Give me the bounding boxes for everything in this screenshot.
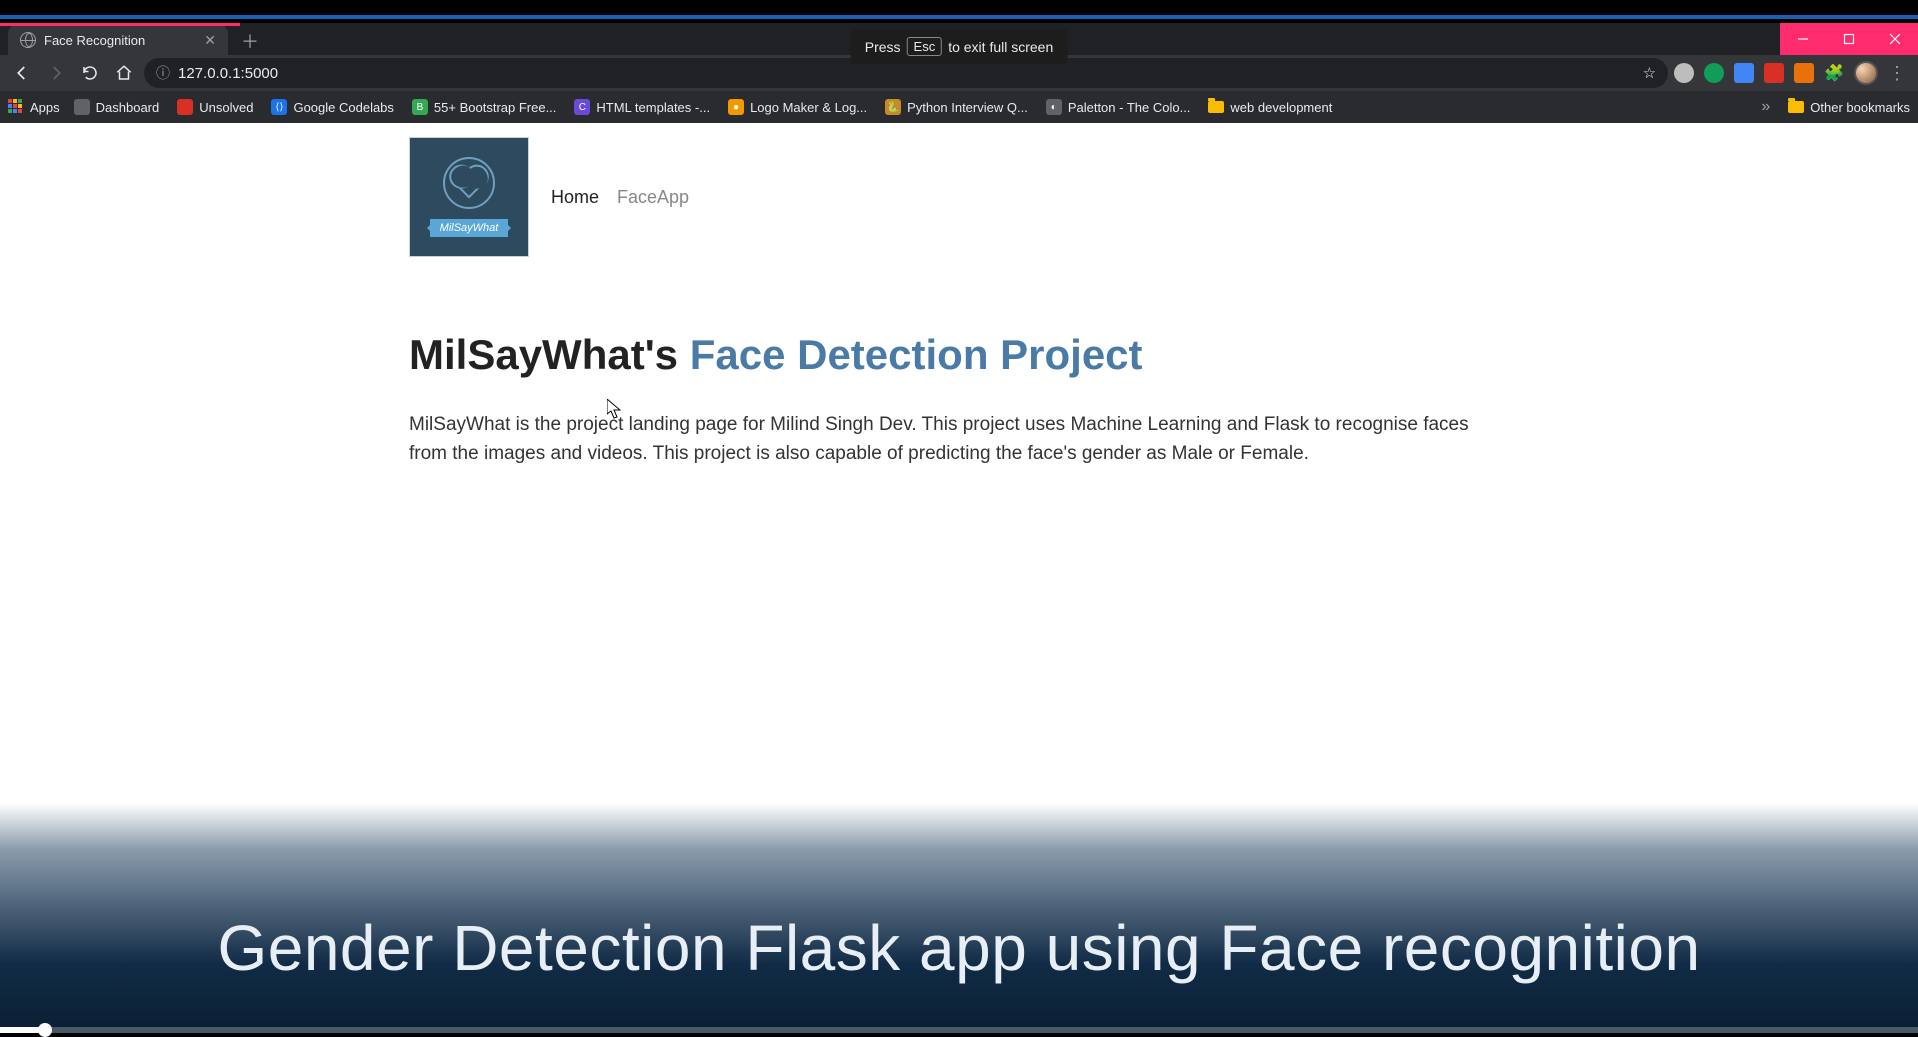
browser-tab[interactable]: Face Recognition ✕ bbox=[8, 25, 228, 55]
page-container: MilSayWhat Home FaceApp MilSayWhat's Fac… bbox=[409, 123, 1509, 468]
video-seek-progress bbox=[0, 1027, 46, 1033]
window-minimize-button[interactable] bbox=[1780, 23, 1826, 55]
bookmark-label: Logo Maker & Log... bbox=[750, 100, 867, 115]
extensions-icon[interactable]: 🧩 bbox=[1824, 63, 1844, 83]
ext-icon-5[interactable] bbox=[1794, 63, 1814, 83]
bookmark-label: 55+ Bootstrap Free... bbox=[434, 100, 556, 115]
nav-home[interactable]: Home bbox=[551, 187, 599, 208]
apps-label: Apps bbox=[30, 100, 60, 115]
site-logo[interactable]: MilSayWhat bbox=[409, 137, 529, 257]
star-icon[interactable]: ☆ bbox=[1643, 64, 1656, 82]
url-text: 127.0.0.1:5000 bbox=[178, 65, 278, 82]
folder-icon bbox=[1788, 101, 1804, 113]
other-bookmarks-label: Other bookmarks bbox=[1810, 100, 1910, 115]
window-close-button[interactable] bbox=[1872, 23, 1918, 55]
bookmark-items: Dashboard Unsolved ⟨⟩ Google Codelabs B 55+ B… bbox=[74, 99, 1333, 115]
toolbar-right: 🧩 ⋮ bbox=[1674, 61, 1910, 85]
esc-key-icon: Esc bbox=[907, 37, 943, 56]
ext-icon-1[interactable] bbox=[1674, 63, 1694, 83]
tab-title: Face Recognition bbox=[44, 33, 145, 48]
fullscreen-hint: Press Esc to exit full screen bbox=[851, 29, 1068, 64]
bookmark-item[interactable]: web development bbox=[1208, 100, 1332, 115]
bookmark-label: Google Codelabs bbox=[293, 100, 393, 115]
bookmarks-bar: Apps Dashboard Unsolved ⟨⟩ Google Codelabs B… bbox=[0, 91, 1918, 123]
hint-post: to exit full screen bbox=[948, 39, 1053, 55]
bookmark-item[interactable]: C HTML templates -... bbox=[574, 99, 710, 115]
favicon-icon bbox=[177, 99, 193, 115]
apps-grid-icon bbox=[8, 99, 24, 115]
favicon-icon: ⟨⟩ bbox=[271, 99, 287, 115]
letterbox-top bbox=[0, 0, 1918, 23]
bookmark-item[interactable]: 🐍 Python Interview Q... bbox=[885, 99, 1028, 115]
new-tab-button[interactable]: ＋ bbox=[236, 27, 264, 55]
menu-icon[interactable]: ⋮ bbox=[1888, 63, 1906, 84]
page-viewport: MilSayWhat Home FaceApp MilSayWhat's Fac… bbox=[0, 123, 1918, 1033]
page-title: MilSayWhat's Face Detection Project bbox=[409, 331, 1509, 379]
window-maximize-button[interactable] bbox=[1826, 23, 1872, 55]
video-top-accent bbox=[0, 15, 1918, 19]
bookmark-item[interactable]: ● Logo Maker & Log... bbox=[728, 99, 867, 115]
back-button[interactable] bbox=[8, 59, 36, 87]
other-bookmarks[interactable]: Other bookmarks bbox=[1788, 100, 1910, 115]
ext-icon-2[interactable] bbox=[1704, 63, 1724, 83]
favicon-icon: ◐ bbox=[1046, 99, 1062, 115]
folder-icon bbox=[1208, 101, 1224, 113]
apps-shortcut[interactable]: Apps bbox=[8, 99, 60, 115]
site-header: MilSayWhat Home FaceApp bbox=[409, 123, 1509, 271]
tab-loading-accent bbox=[0, 23, 240, 26]
ext-icon-3[interactable] bbox=[1734, 63, 1754, 83]
favicon-icon: 🐍 bbox=[885, 99, 901, 115]
close-tab-icon[interactable]: ✕ bbox=[204, 32, 216, 49]
forward-button[interactable] bbox=[42, 59, 70, 87]
logo-circle-icon bbox=[443, 157, 495, 209]
favicon-icon: C bbox=[574, 99, 590, 115]
site-nav: Home FaceApp bbox=[551, 187, 689, 208]
bookmark-item[interactable]: Dashboard bbox=[74, 99, 160, 115]
video-caption-bar: Gender Detection Flask app using Face re… bbox=[0, 803, 1918, 1033]
logo-heart-icon bbox=[453, 167, 484, 198]
hero-section: MilSayWhat's Face Detection Project MilS… bbox=[409, 271, 1509, 468]
bookmark-label: Python Interview Q... bbox=[907, 100, 1028, 115]
hint-pre: Press bbox=[865, 39, 901, 55]
profile-avatar[interactable] bbox=[1854, 61, 1878, 85]
window-controls bbox=[1780, 23, 1918, 55]
bookmark-label: Unsolved bbox=[199, 100, 253, 115]
globe-icon bbox=[20, 32, 36, 48]
logo-ribbon: MilSayWhat bbox=[430, 219, 509, 237]
reload-button[interactable] bbox=[76, 59, 104, 87]
bookmark-item[interactable]: B 55+ Bootstrap Free... bbox=[412, 99, 556, 115]
favicon-icon: ● bbox=[728, 99, 744, 115]
bookmark-item[interactable]: Unsolved bbox=[177, 99, 253, 115]
page-description: MilSayWhat is the project landing page f… bbox=[409, 411, 1509, 468]
bookmark-label: web development bbox=[1230, 100, 1332, 115]
ext-icon-4[interactable] bbox=[1764, 63, 1784, 83]
favicon-icon bbox=[74, 99, 90, 115]
title-prefix: MilSayWhat's bbox=[409, 331, 690, 378]
video-seek-bar[interactable] bbox=[0, 1027, 1918, 1033]
nav-faceapp[interactable]: FaceApp bbox=[617, 187, 689, 208]
site-info-icon[interactable]: ⓘ bbox=[156, 63, 170, 83]
bookmark-label: HTML templates -... bbox=[596, 100, 710, 115]
title-accent: Face Detection Project bbox=[690, 331, 1143, 378]
bookmark-item[interactable]: ⟨⟩ Google Codelabs bbox=[271, 99, 393, 115]
bookmark-label: Paletton - The Colo... bbox=[1068, 100, 1191, 115]
video-caption-text: Gender Detection Flask app using Face re… bbox=[217, 911, 1700, 985]
home-button[interactable] bbox=[110, 59, 138, 87]
bookmarks-overflow-icon[interactable]: » bbox=[1757, 98, 1774, 116]
bookmark-item[interactable]: ◐ Paletton - The Colo... bbox=[1046, 99, 1191, 115]
bookmark-label: Dashboard bbox=[96, 100, 160, 115]
favicon-icon: B bbox=[412, 99, 428, 115]
browser-chrome: Face Recognition ✕ ＋ Press Esc to exit f… bbox=[0, 23, 1918, 123]
